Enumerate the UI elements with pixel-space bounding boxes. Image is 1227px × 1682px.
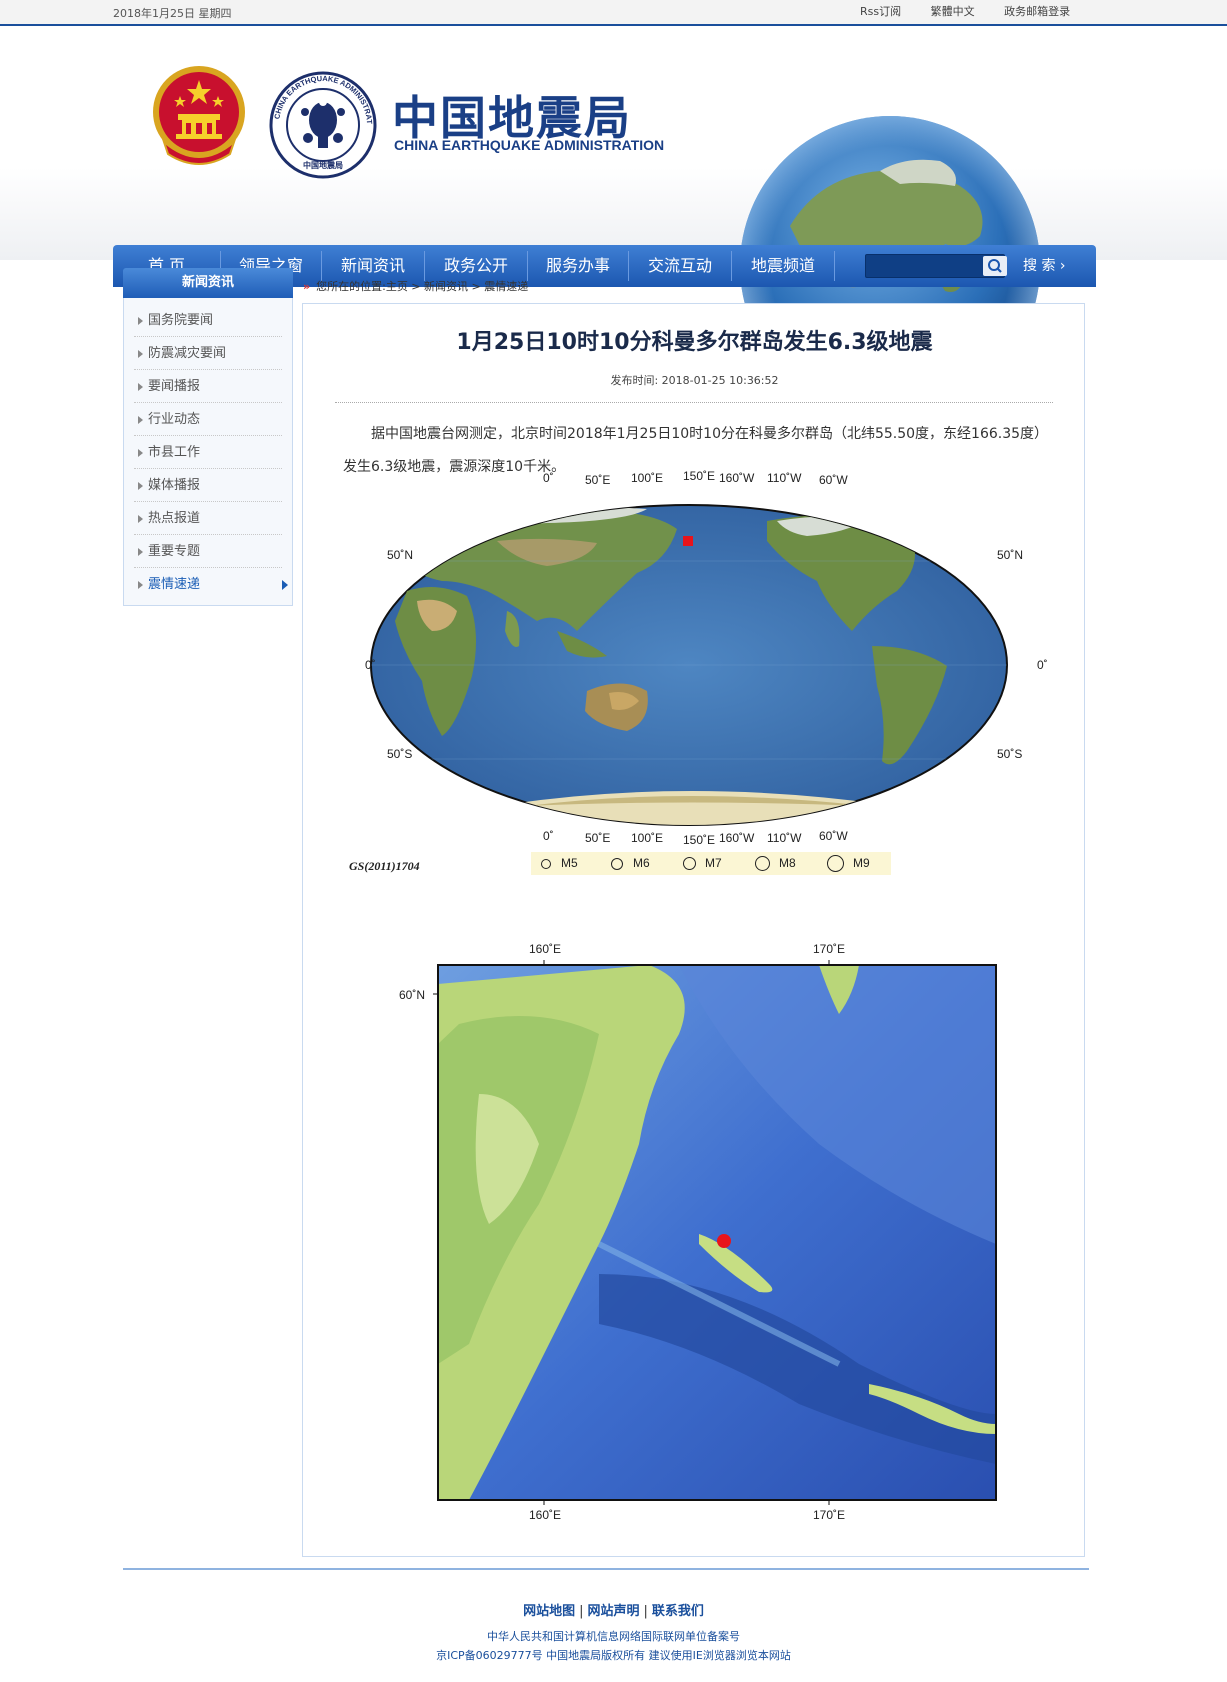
sidebar-item-local-work[interactable]: 市县工作 (134, 436, 282, 469)
sidebar-item-disaster-reduction-news[interactable]: 防震减灾要闻 (134, 337, 282, 370)
nav-services[interactable]: 服务办事 (528, 245, 628, 287)
sidebar-item-special-topics[interactable]: 重要专题 (134, 535, 282, 568)
map-lon-label: 50˚E (585, 473, 611, 487)
footer-registration[interactable]: 中华人民共和国计算机信息网络国际联网单位备案号 (0, 1628, 1227, 1644)
breadcrumb-arrow-icon: » (303, 280, 311, 293)
legend-m9-icon (827, 855, 844, 872)
top-bar: 2018年1月25日 星期四 Rss订阅 繁體中文 政务邮箱登录 (0, 0, 1227, 26)
article-title: 1月25日10时10分科曼多尔群岛发生6.3级地震 (456, 330, 933, 355)
sidebar-item-hot-reports[interactable]: 热点报道 (134, 502, 282, 535)
legend-label: M7 (705, 856, 722, 870)
map-lon-label: 60˚W (819, 473, 848, 487)
sidebar-item-headline-broadcast[interactable]: 要闻播报 (134, 370, 282, 403)
nav-earthquake-channel[interactable]: 地震频道 (732, 245, 834, 287)
map-lon-label: 160˚E (529, 942, 562, 956)
map-lon-label: 0˚ (543, 471, 554, 485)
footer-contact-link[interactable]: 联系我们 (652, 1604, 704, 1619)
world-map-image (370, 504, 1008, 826)
regional-map-figure: 160˚E 170˚E 60˚N 160˚E 170˚E (399, 942, 999, 1524)
map-lon-label: 110˚W (767, 471, 802, 485)
map-lon-label: 100˚E (631, 471, 664, 485)
map-lat-label: 50˚S (997, 747, 1023, 761)
breadcrumb: » 您所在的位置:主页 > 新闻资讯 > 震情速递 (303, 278, 528, 294)
map-lon-label: 100˚E (631, 831, 664, 845)
footer-sitemap-link[interactable]: 网站地图 (523, 1604, 575, 1619)
map-lon-label: 160˚E (529, 1508, 562, 1522)
current-date: 2018年1月25日 星期四 (113, 7, 232, 20)
breadcrumb-text[interactable]: 您所在的位置:主页 > 新闻资讯 > 震情速递 (316, 280, 528, 293)
world-map-epicenter-marker (683, 536, 693, 546)
publish-time: 发布时间: 2018-01-25 10:36:52 (610, 374, 779, 387)
search-label-button[interactable]: 搜 索 › (1023, 245, 1066, 287)
legend-label: M5 (561, 856, 578, 870)
legend-m5-icon (541, 859, 551, 869)
map-lon-label: 160˚W (719, 471, 755, 485)
footer-copyright: 京ICP备06029777号 中国地震局版权所有 建议使用IE浏览器浏览本网站 (436, 1649, 791, 1662)
legend-m6-icon (611, 858, 623, 870)
brand-title-en: CHINA EARTHQUAKE ADMINISTRATION (394, 137, 665, 153)
world-map-figure: 0˚ 50˚E 100˚E 150˚E 160˚W 110˚W 60˚W 50˚… (347, 469, 1048, 881)
footer-statement-link[interactable]: 网站声明 (587, 1604, 639, 1619)
map-lat-label: 50˚N (387, 548, 414, 562)
legend-m8-icon (755, 856, 770, 871)
sidebar-item-industry-news[interactable]: 行业动态 (134, 403, 282, 436)
search-button[interactable] (983, 256, 1007, 276)
regional-map-epicenter-marker (717, 1234, 731, 1248)
map-lon-label: 50˚E (585, 831, 611, 845)
map-lat-label: 50˚N (997, 548, 1024, 562)
map-lon-label: 60˚W (819, 829, 848, 843)
legend-label: M9 (853, 856, 870, 870)
sidebar: 新闻资讯 国务院要闻 防震减灾要闻 要闻播报 行业动态 市县工作 媒体播报 热点… (123, 268, 293, 606)
sidebar-item-media-broadcast[interactable]: 媒体播报 (134, 469, 282, 502)
map-lon-label: 160˚W (719, 831, 755, 845)
map-lat-label: 60˚N (399, 988, 426, 1002)
footer-divider (123, 1568, 1089, 1570)
map-lat-label: 0˚ (1037, 658, 1048, 672)
map-lon-label: 110˚W (767, 831, 802, 845)
site-header: CHINA EARTHQUAKE ADMINISTRATION 中国地震局 中国… (0, 28, 1227, 316)
regional-map-image (433, 960, 997, 1505)
map-lon-label: 150˚E (683, 469, 716, 483)
map-lon-label: 150˚E (683, 833, 716, 847)
nav-interaction[interactable]: 交流互动 (629, 245, 731, 287)
map-lon-label: 170˚E (813, 1508, 846, 1522)
magnitude-legend: M5 M6 M7 M8 M9 (531, 852, 891, 875)
legend-m7-icon (683, 857, 696, 870)
map-lon-label: 0˚ (543, 829, 554, 843)
footer-links: 网站地图 | 网站声明 | 联系我们 (523, 1604, 704, 1619)
nav-separator (834, 251, 835, 281)
national-emblem-icon (153, 66, 245, 165)
search-icon (988, 259, 1002, 273)
traditional-chinese-link[interactable]: 繁體中文 (931, 3, 975, 19)
sidebar-list: 国务院要闻 防震减灾要闻 要闻播报 行业动态 市县工作 媒体播报 热点报道 重要… (123, 298, 293, 606)
map-lat-label: 50˚S (387, 747, 413, 761)
sidebar-title: 新闻资讯 (123, 268, 293, 298)
sidebar-item-state-council-news[interactable]: 国务院要闻 (134, 304, 282, 337)
legend-label: M8 (779, 856, 796, 870)
top-links: Rss订阅 繁體中文 政务邮箱登录 (860, 3, 1096, 19)
legend-label: M6 (633, 856, 650, 870)
cea-logo-icon: CHINA EARTHQUAKE ADMINISTRATION 中国地震局 (268, 70, 377, 179)
map-lat-label: 0˚ (365, 658, 376, 672)
gov-email-login-link[interactable]: 政务邮箱登录 (1004, 3, 1070, 19)
logo-bottom-text: 中国地震局 (303, 160, 343, 170)
rss-link[interactable]: Rss订阅 (860, 3, 901, 19)
map-lon-label: 170˚E (813, 942, 846, 956)
title-divider (335, 402, 1053, 403)
article-panel: 1月25日10时10分科曼多尔群岛发生6.3级地震 发布时间: 2018-01-… (302, 303, 1085, 1557)
sidebar-item-quake-express[interactable]: 震情速递 (134, 568, 288, 601)
map-approval-code: GS(2011)1704 (349, 859, 420, 873)
